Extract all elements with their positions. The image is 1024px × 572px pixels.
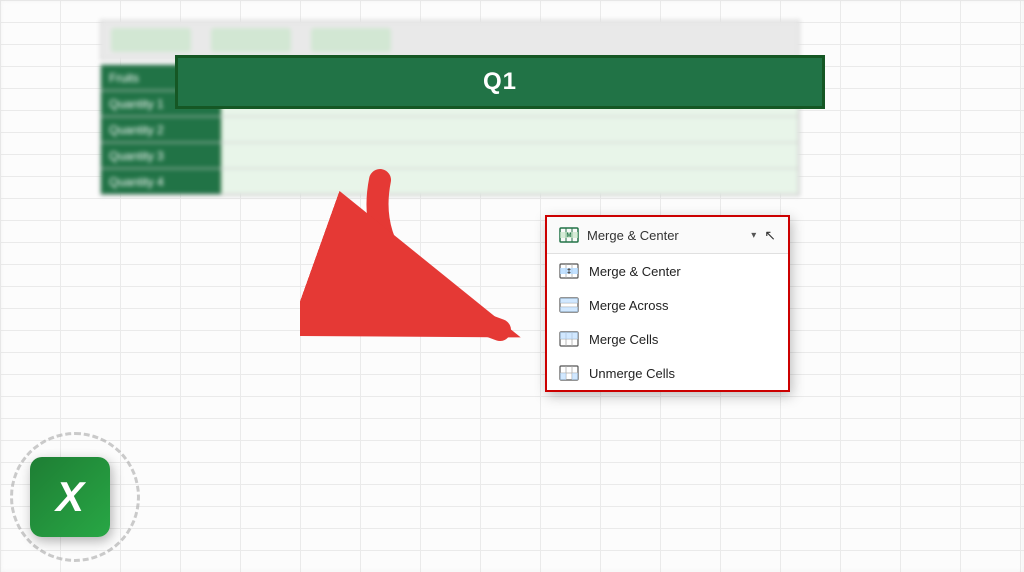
toolbar-item-1 <box>111 28 191 52</box>
row-cell <box>221 117 799 142</box>
unmerge-cells-icon <box>559 363 579 383</box>
row-header: Quantity 3 <box>101 143 221 168</box>
sheet-row: Quantity 4 <box>101 169 799 195</box>
row-cell <box>221 169 799 194</box>
toolbar-item-3 <box>311 28 391 52</box>
row-cell <box>221 143 799 168</box>
merge-center-icon <box>559 261 579 281</box>
merge-across-icon <box>559 295 579 315</box>
dropdown-item-merge-cells[interactable]: Merge Cells <box>547 322 788 356</box>
sheet-toolbar <box>100 20 800 60</box>
sheet-row: Quantity 2 <box>101 117 799 143</box>
excel-logo: X <box>30 457 110 537</box>
excel-logo-letter: X <box>56 473 84 521</box>
cell-reference-label: Q1 <box>483 68 517 95</box>
merge-dropdown-panel: M Merge & Center ▾ ↖ Merge & Center Merg… <box>545 215 790 392</box>
merge-center-button[interactable]: M Merge & Center ▾ ↖ <box>547 217 788 254</box>
svg-text:M: M <box>567 233 572 239</box>
merge-center-header-label: Merge & Center <box>587 228 743 243</box>
name-box-area: Q1 <box>175 55 825 109</box>
sheet-row: Quantity 3 <box>101 143 799 169</box>
dropdown-item-merge-center[interactable]: Merge & Center <box>547 254 788 288</box>
merge-center-label: Merge & Center <box>589 264 681 279</box>
merge-across-label: Merge Across <box>589 298 668 313</box>
dropdown-item-merge-across[interactable]: Merge Across <box>547 288 788 322</box>
row-header: Quantity 2 <box>101 117 221 142</box>
unmerge-cells-label: Unmerge Cells <box>589 366 675 381</box>
dropdown-item-unmerge-cells[interactable]: Unmerge Cells <box>547 356 788 390</box>
row-header: Quantity 4 <box>101 169 221 194</box>
name-box: Q1 <box>175 55 825 109</box>
merge-cells-label: Merge Cells <box>589 332 658 347</box>
merge-center-header-icon: M <box>559 225 579 245</box>
toolbar-item-2 <box>211 28 291 52</box>
cursor-icon: ↖ <box>764 227 776 244</box>
dropdown-arrow-icon: ▾ <box>751 230 756 241</box>
merge-cells-icon <box>559 329 579 349</box>
